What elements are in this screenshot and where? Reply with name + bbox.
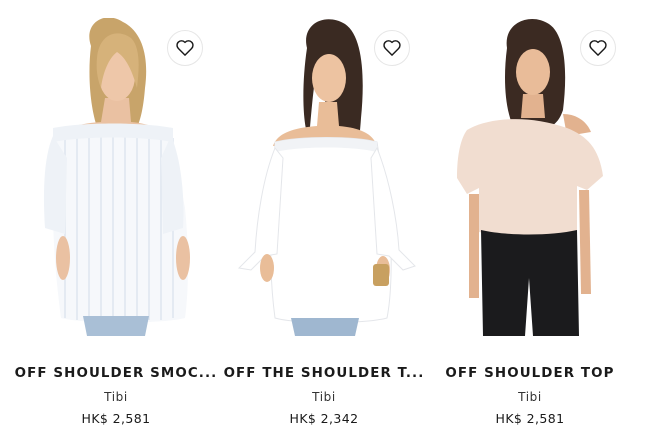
product-name[interactable]: OFF THE SHOULDER T... [221, 366, 427, 381]
product-card[interactable]: OFF THE SHOULDER T... Tibi HK$ 2,342 [221, 0, 427, 440]
product-brand: Tibi [518, 390, 542, 404]
product-name[interactable]: OFF SHOULDER TOP [427, 366, 633, 381]
product-brand: Tibi [104, 390, 128, 404]
product-image[interactable] [221, 18, 427, 336]
wishlist-button[interactable] [374, 30, 410, 66]
heart-outline-icon [176, 40, 194, 56]
product-card[interactable]: OFF SHOULDER SMOC... Tibi HK$ 2,581 [13, 0, 219, 440]
product-card[interactable]: OFF SHOULDER TOP Tibi HK$ 2,581 [427, 0, 633, 440]
product-price: HK$ 2,581 [81, 411, 151, 426]
heart-outline-icon [383, 40, 401, 56]
wishlist-button[interactable] [580, 30, 616, 66]
heart-outline-icon [589, 40, 607, 56]
product-name[interactable]: OFF SHOULDER SMOC... [13, 366, 219, 381]
product-image[interactable] [427, 18, 633, 336]
product-brand: Tibi [312, 390, 336, 404]
wishlist-button[interactable] [167, 30, 203, 66]
product-price: HK$ 2,342 [289, 411, 359, 426]
product-grid: OFF SHOULDER SMOC... Tibi HK$ 2,581 OFF … [0, 0, 648, 440]
product-price: HK$ 2,581 [495, 411, 565, 426]
